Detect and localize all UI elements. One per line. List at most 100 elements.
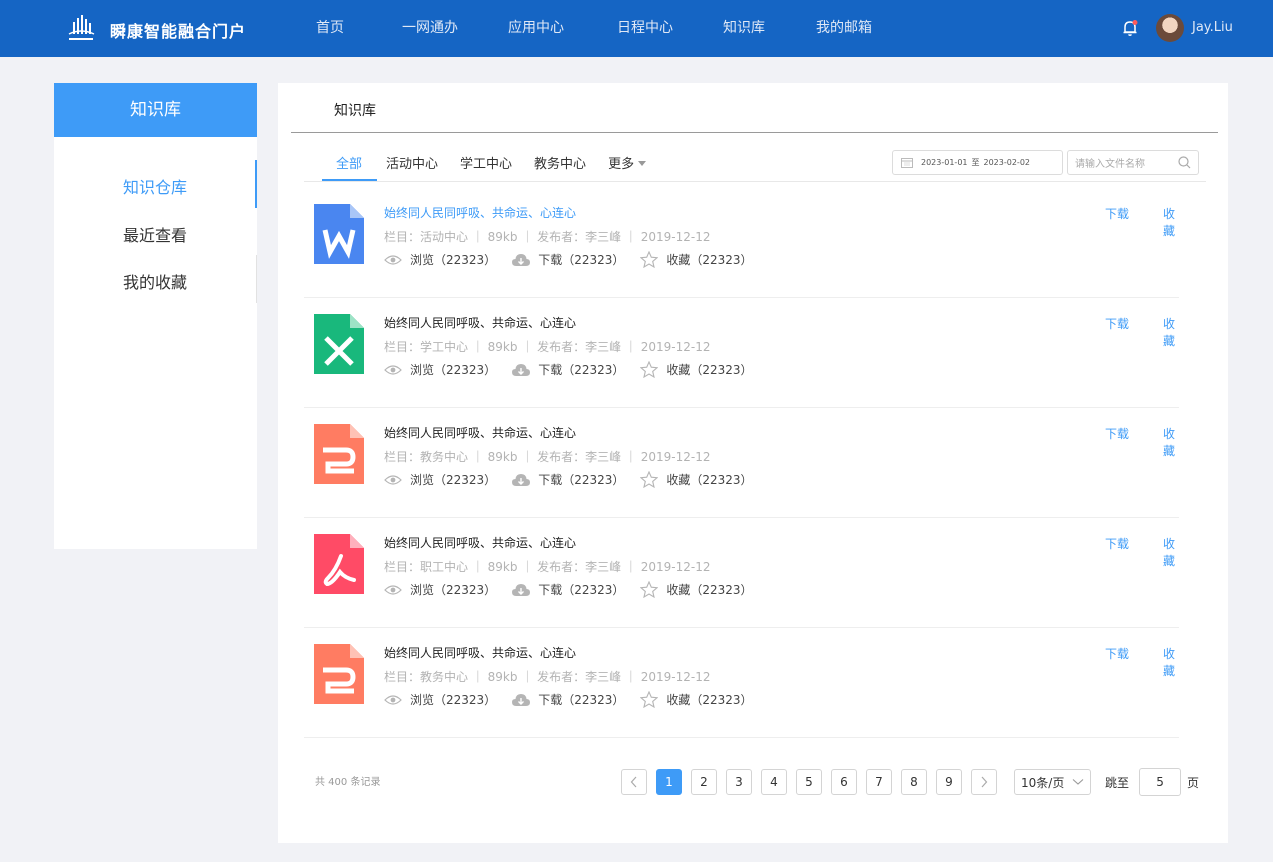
star-icon [640,581,659,598]
cloud-download-icon [512,473,531,486]
page-size-select[interactable]: 10条/页 [1014,769,1091,795]
file-search-input[interactable]: 请输入文件名称 [1067,150,1199,175]
date-separator: 至 [971,158,980,167]
favorite-button[interactable]: 收藏 [1163,205,1179,239]
top-navbar: 瞬康智能融合门户 首页 一网通办 应用中心 日程中心 知识库 我的邮箱 Jay.… [0,0,1273,57]
list-item[interactable]: 始终同人民同呼吸、共命运、心连心 栏目：教务中心 ｜ 89kb ｜ 发布者：李三… [304,407,1179,518]
pdf-file-icon [314,534,364,594]
tab-activity-center[interactable]: 活动中心 [386,153,438,183]
page-button-5[interactable]: 5 [796,769,822,795]
file-title[interactable]: 始终同人民同呼吸、共命运、心连心 [384,204,576,221]
sidebar-item-my-favorites[interactable]: 我的收藏 [123,269,187,293]
nav-app-center[interactable]: 应用中心 [508,0,617,57]
chevron-down-icon [1072,779,1084,785]
file-stats: 浏览（22323） 下载（22323） 收藏（22323） [384,251,769,268]
favorite-count: 收藏（22323） [666,583,753,597]
file-meta: 栏目：教务中心 ｜ 89kb ｜ 发布者：李三峰 ｜ 2019-12-12 [384,670,711,684]
eye-icon [384,254,402,265]
favorite-count: 收藏（22323） [666,693,753,707]
tabs-divider [304,181,1206,182]
caret-down-icon [638,161,647,166]
page-button-4[interactable]: 4 [761,769,787,795]
sidebar-item-recently-viewed[interactable]: 最近查看 [123,222,187,246]
search-icon[interactable] [1178,156,1191,169]
file-title[interactable]: 始终同人民同呼吸、共命运、心连心 [384,534,576,551]
file-meta: 栏目：教务中心 ｜ 89kb ｜ 发布者：李三峰 ｜ 2019-12-12 [384,450,711,464]
favorite-button[interactable]: 收藏 [1163,645,1179,679]
sidebar-active-indicator [255,160,257,208]
file-title[interactable]: 始终同人民同呼吸、共命运、心连心 [384,644,576,661]
sidebar-title: 知识库 [54,83,257,137]
main-panel: 知识库 全部 活动中心 学工中心 教务中心 更多 2023-01-01 至 20… [278,83,1228,843]
list-item[interactable]: 始终同人民同呼吸、共命运、心连心 栏目：教务中心 ｜ 89kb ｜ 发布者：李三… [304,627,1179,738]
search-placeholder: 请输入文件名称 [1075,159,1145,170]
eye-icon [384,474,402,485]
eye-icon [384,364,402,375]
word-file-icon [314,204,364,264]
favorite-button[interactable]: 收藏 [1163,425,1179,459]
list-item[interactable]: 始终同人民同呼吸、共命运、心连心 栏目：职工中心 ｜ 89kb ｜ 发布者：李三… [304,517,1179,628]
file-meta: 栏目：职工中心 ｜ 89kb ｜ 发布者：李三峰 ｜ 2019-12-12 [384,560,711,574]
view-count: 浏览（22323） [410,693,497,707]
tab-student-affairs-center[interactable]: 学工中心 [460,153,512,183]
page-button-7[interactable]: 7 [866,769,892,795]
favorite-button[interactable]: 收藏 [1163,315,1179,349]
page-suffix: 页 [1187,775,1200,790]
nav-one-stop[interactable]: 一网通办 [402,0,508,57]
jump-page-input[interactable]: 5 [1139,768,1182,796]
bell-icon[interactable] [1121,19,1139,37]
ppt-file-icon [314,644,364,704]
file-title[interactable]: 始终同人民同呼吸、共命运、心连心 [384,314,576,331]
list-item[interactable]: 始终同人民同呼吸、共命运、心连心 栏目：活动中心 ｜ 89kb ｜ 发布者：李三… [304,187,1179,298]
page-button-9[interactable]: 9 [936,769,962,795]
download-button[interactable]: 下载 [1105,645,1129,662]
page-button-1[interactable]: 1 [656,769,682,795]
favorite-count: 收藏（22323） [666,363,753,377]
title-divider [291,132,1218,133]
tab-more[interactable]: 更多 [608,153,647,183]
file-meta: 栏目：学工中心 ｜ 89kb ｜ 发布者：李三峰 ｜ 2019-12-12 [384,340,711,354]
cloud-download-icon [512,363,531,376]
calendar-icon [901,158,913,168]
file-title[interactable]: 始终同人民同呼吸、共命运、心连心 [384,424,576,441]
date-start[interactable]: 2023-01-01 [921,158,968,167]
list-item[interactable]: 始终同人民同呼吸、共命运、心连心 栏目：学工中心 ｜ 89kb ｜ 发布者：李三… [304,297,1179,408]
sidebar: 知识库 知识仓库 最近查看 我的收藏 [54,83,257,549]
logo-icon[interactable] [66,14,96,42]
favorite-button[interactable]: 收藏 [1163,535,1179,569]
sidebar-item-knowledge-warehouse[interactable]: 知识仓库 [123,174,187,198]
total-records: 共 400 条记录 [315,777,381,788]
page-button-8[interactable]: 8 [901,769,927,795]
file-stats: 浏览（22323） 下载（22323） 收藏（22323） [384,361,769,378]
nav-schedule-center[interactable]: 日程中心 [617,0,723,57]
page-button-2[interactable]: 2 [691,769,717,795]
category-tabs: 全部 活动中心 学工中心 教务中心 更多 [336,153,668,183]
tab-academic-center[interactable]: 教务中心 [534,153,586,183]
username[interactable]: Jay.Liu [1192,20,1233,35]
tab-more-label: 更多 [608,157,635,172]
next-page-button[interactable] [971,769,997,795]
download-button[interactable]: 下载 [1105,205,1129,222]
avatar[interactable] [1156,14,1184,42]
page-button-3[interactable]: 3 [726,769,752,795]
view-count: 浏览（22323） [410,253,497,267]
download-button[interactable]: 下载 [1105,425,1129,442]
download-button[interactable]: 下载 [1105,315,1129,332]
page-size-value: 10条/页 [1021,775,1065,790]
cloud-download-icon [512,253,531,266]
download-button[interactable]: 下载 [1105,535,1129,552]
date-range-picker[interactable]: 2023-01-01 至 2023-02-02 [892,150,1063,175]
page-button-6[interactable]: 6 [831,769,857,795]
prev-page-button[interactable] [621,769,647,795]
view-count: 浏览（22323） [410,363,497,377]
download-count: 下载（22323） [538,363,625,377]
star-icon [640,471,659,488]
date-end[interactable]: 2023-02-02 [984,158,1031,167]
file-stats: 浏览（22323） 下载（22323） 收藏（22323） [384,471,769,488]
nav-knowledge-base[interactable]: 知识库 [723,0,816,57]
nav-my-mailbox[interactable]: 我的邮箱 [816,0,872,57]
jump-label: 跳至 [1105,775,1130,790]
favorite-count: 收藏（22323） [666,253,753,267]
nav-home[interactable]: 首页 [316,0,402,57]
main-nav: 首页 一网通办 应用中心 日程中心 知识库 我的邮箱 [316,0,872,57]
